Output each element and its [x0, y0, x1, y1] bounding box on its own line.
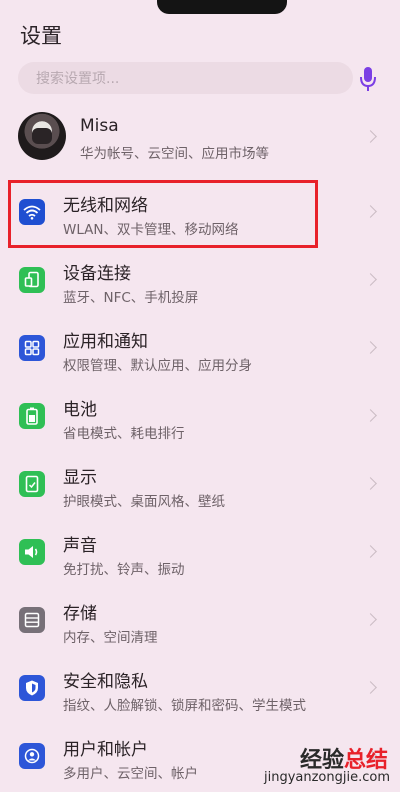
item-subtitle: 省电模式、耗电排行 — [63, 426, 185, 442]
highlight-annotation-box — [8, 180, 318, 248]
settings-item-sound[interactable]: 声音 免打扰、铃声、振动 — [0, 523, 400, 587]
settings-item-battery[interactable]: 电池 省电模式、耗电排行 — [0, 387, 400, 451]
watermark: 经验总结 jingyanzongjie.com — [260, 742, 400, 792]
settings-item-apps-notifications[interactable]: 应用和通知 权限管理、默认应用、应用分身 — [0, 319, 400, 383]
chevron-right-icon — [364, 545, 377, 558]
item-subtitle: 内存、空间清理 — [63, 630, 158, 646]
chevron-right-icon — [364, 130, 377, 143]
settings-item-display[interactable]: 显示 护眼模式、桌面风格、壁纸 — [0, 455, 400, 519]
item-title: 声音 — [63, 536, 97, 556]
item-subtitle: 免打扰、铃声、振动 — [63, 562, 185, 578]
watermark-url: jingyanzongjie.com — [263, 770, 390, 785]
microphone-icon[interactable] — [357, 64, 379, 94]
account-profile-row[interactable]: Misa 华为帐号、云空间、应用市场等 — [0, 108, 400, 168]
item-title: 应用和通知 — [63, 332, 148, 352]
display-icon — [19, 471, 45, 497]
search-placeholder: 搜索设置项... — [36, 71, 120, 87]
item-title: 设备连接 — [63, 264, 131, 284]
settings-item-storage[interactable]: 存储 内存、空间清理 — [0, 591, 400, 655]
profile-name: Misa — [80, 116, 119, 136]
item-title: 显示 — [63, 468, 97, 488]
chevron-right-icon — [364, 613, 377, 626]
item-subtitle: 护眼模式、桌面风格、壁纸 — [63, 494, 225, 510]
settings-item-device-connection[interactable]: 设备连接 蓝牙、NFC、手机投屏 — [0, 251, 400, 315]
chevron-right-icon — [364, 205, 377, 218]
item-title: 存储 — [63, 604, 97, 624]
settings-item-security-privacy[interactable]: 安全和隐私 指纹、人脸解锁、锁屏和密码、学生模式 — [0, 659, 400, 723]
battery-icon — [19, 403, 45, 429]
item-subtitle: 指纹、人脸解锁、锁屏和密码、学生模式 — [63, 698, 306, 714]
storage-icon — [19, 607, 45, 633]
sound-icon — [19, 539, 45, 565]
search-input[interactable]: 搜索设置项... — [18, 62, 353, 94]
chevron-right-icon — [364, 341, 377, 354]
avatar — [18, 112, 66, 160]
item-title: 用户和帐户 — [63, 740, 148, 760]
item-subtitle: 权限管理、默认应用、应用分身 — [63, 358, 252, 374]
camera-notch — [157, 0, 287, 14]
item-subtitle: 蓝牙、NFC、手机投屏 — [63, 290, 199, 306]
chevron-right-icon — [364, 409, 377, 422]
shield-icon — [19, 675, 45, 701]
profile-subtitle: 华为帐号、云空间、应用市场等 — [80, 146, 269, 162]
chevron-right-icon — [364, 477, 377, 490]
chevron-right-icon — [364, 681, 377, 694]
apps-icon — [19, 335, 45, 361]
item-title: 电池 — [63, 400, 97, 420]
page-title: 设置 — [20, 24, 62, 48]
chevron-right-icon — [364, 273, 377, 286]
item-title: 安全和隐私 — [63, 672, 148, 692]
device-connection-icon — [19, 267, 45, 293]
user-account-icon — [19, 743, 45, 769]
item-subtitle: 多用户、云空间、帐户 — [63, 766, 198, 782]
